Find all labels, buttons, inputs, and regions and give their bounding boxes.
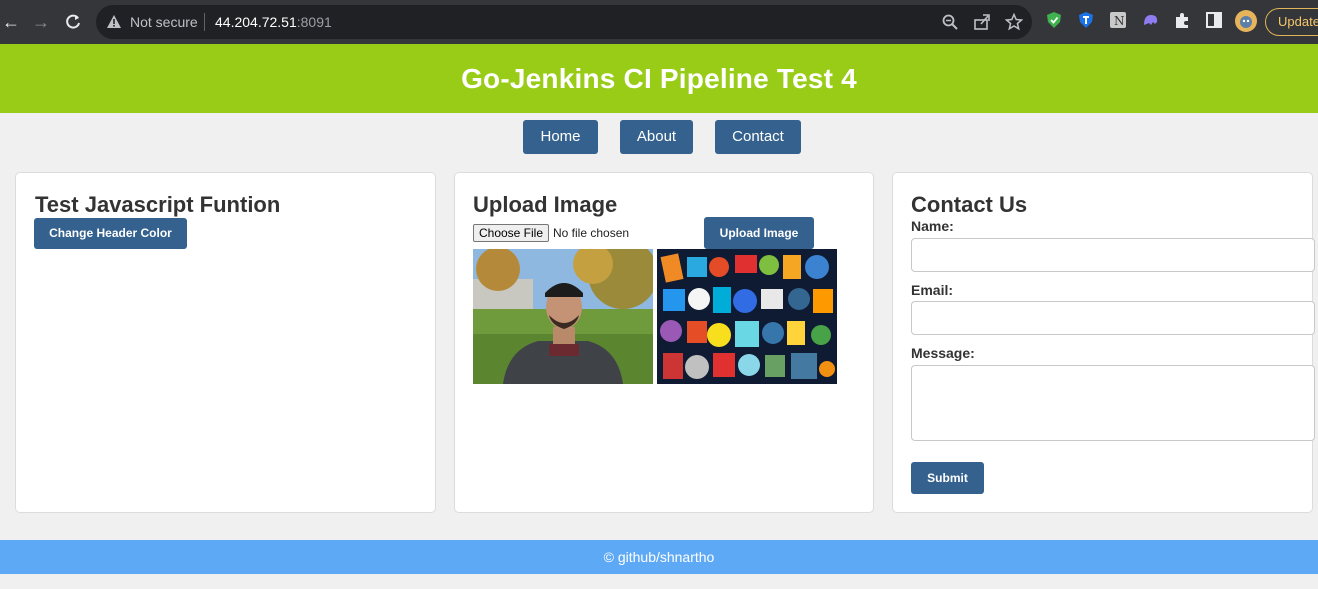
reload-icon[interactable] <box>62 11 84 33</box>
upload-card-title: Upload Image <box>473 192 618 217</box>
email-field[interactable] <box>911 301 1315 335</box>
update-button[interactable]: Update <box>1265 8 1318 36</box>
security-status[interactable]: Not secure <box>130 14 198 30</box>
contact-card: Contact Us Name: Email: Message: Submit <box>892 172 1315 513</box>
address-bar[interactable]: Not secure 44.204.72.51:8091 <box>96 5 1032 39</box>
nav-home-button[interactable]: Home <box>523 120 598 154</box>
side-panel-icon[interactable] <box>1205 11 1223 29</box>
choose-file-button[interactable]: Choose File <box>473 224 549 242</box>
browser-toolbar: ← → Not secure 44.204.72.51:8091 N Updat… <box>0 0 1318 44</box>
tech-logos-collage <box>657 249 837 384</box>
message-textarea[interactable] <box>911 365 1315 441</box>
bookmark-star-icon[interactable] <box>1005 13 1023 31</box>
url-port: :8091 <box>296 14 332 30</box>
url-text[interactable]: 44.204.72.51:8091 <box>215 14 332 30</box>
shield-extension-icon[interactable] <box>1045 11 1063 29</box>
svg-text:N: N <box>1114 14 1125 28</box>
upload-card: Upload Image Choose File No file chosen … <box>454 172 874 513</box>
share-icon[interactable] <box>973 13 991 31</box>
forward-icon[interactable]: → <box>30 11 52 33</box>
name-field[interactable] <box>911 238 1315 272</box>
notion-extension-icon[interactable]: N <box>1109 11 1127 29</box>
js-card-title: Test Javascript Funtion <box>35 192 281 217</box>
js-test-card: Test Javascript Funtion Change Header Co… <box>15 172 436 513</box>
page-header: Go-Jenkins CI Pipeline Test 4 <box>0 44 1318 113</box>
name-label: Name: <box>911 218 954 234</box>
contact-card-title: Contact Us <box>911 192 1028 217</box>
puzzle-extensions-icon[interactable] <box>1173 11 1191 29</box>
message-label: Message: <box>911 345 975 361</box>
vpn-extension-icon[interactable] <box>1077 11 1095 29</box>
change-header-color-button[interactable]: Change Header Color <box>34 218 187 249</box>
upload-image-button[interactable]: Upload Image <box>704 217 814 249</box>
back-icon[interactable]: ← <box>0 11 22 33</box>
url-divider <box>204 13 205 31</box>
profile-avatar[interactable] <box>1235 10 1257 32</box>
url-host: 44.204.72.51 <box>215 14 297 30</box>
nav-contact-button[interactable]: Contact <box>715 120 801 154</box>
page-title: Go-Jenkins CI Pipeline Test 4 <box>461 63 857 94</box>
nav-about-button[interactable]: About <box>620 120 693 154</box>
warning-icon <box>107 15 121 28</box>
ghost-extension-icon[interactable] <box>1141 11 1159 29</box>
footer-text: © github/shnartho <box>603 549 715 565</box>
submit-button[interactable]: Submit <box>911 462 984 494</box>
footer: © github/shnartho <box>0 540 1318 574</box>
file-status-text: No file chosen <box>553 226 630 240</box>
zoom-icon[interactable] <box>941 13 959 31</box>
portrait-photo <box>473 249 653 384</box>
email-label: Email: <box>911 282 954 298</box>
